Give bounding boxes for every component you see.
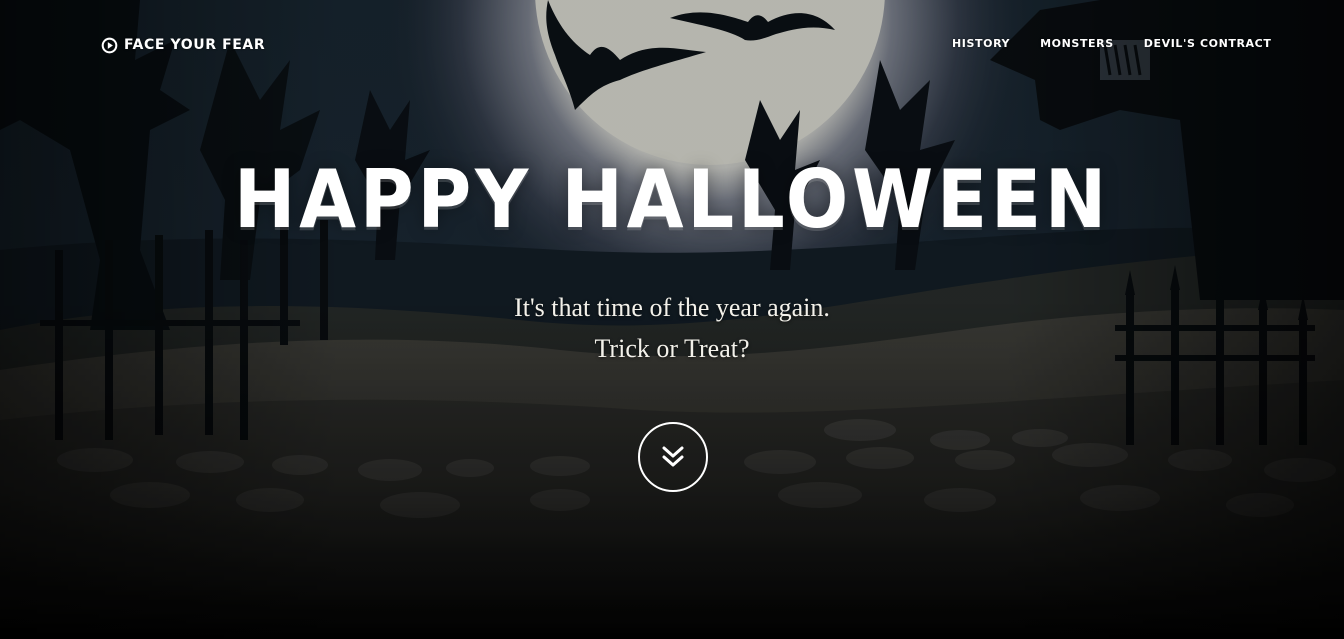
play-circle-icon [101, 37, 118, 53]
navbar: Face Your Fear History Monsters Devil's … [0, 0, 1344, 90]
brand-link[interactable]: Face Your Fear [101, 35, 265, 55]
nav-link-monsters[interactable]: Monsters [1040, 37, 1114, 50]
nav-links: History Monsters Devil's Contract [952, 37, 1271, 50]
hero-subtitle-line-2: Trick or Treat? [594, 334, 750, 363]
hero-subtitle-line-1: It's that time of the year again. [514, 293, 830, 322]
double-chevron-down-icon [662, 446, 684, 467]
halloween-landing-page: Face Your Fear History Monsters Devil's … [0, 0, 1344, 639]
nav-link-devils-contract[interactable]: Devil's Contract [1144, 37, 1272, 50]
hero-title: Happy Halloween [233, 153, 1111, 246]
scroll-down-button[interactable] [638, 422, 708, 492]
brand-label: Face Your Fear [124, 37, 266, 53]
nav-link-history[interactable]: History [952, 37, 1010, 50]
